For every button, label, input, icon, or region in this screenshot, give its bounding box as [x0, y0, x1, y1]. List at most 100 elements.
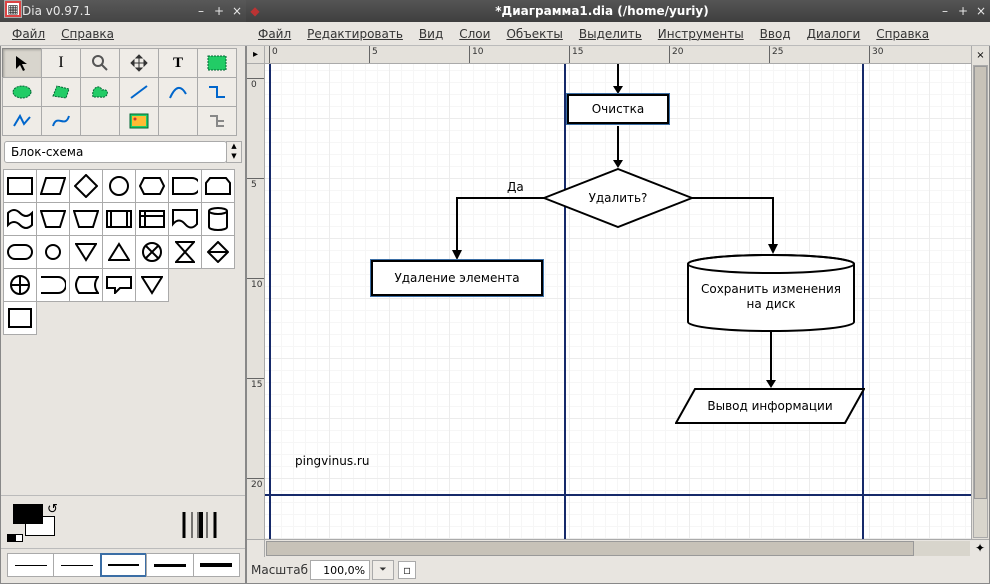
tool-text[interactable]: T	[158, 48, 198, 78]
menu-input[interactable]: Ввод	[752, 24, 799, 44]
menu-dialogs[interactable]: Диалоги	[799, 24, 869, 44]
snap-toggle[interactable]: ▫	[398, 561, 416, 579]
sheet-name-input[interactable]	[4, 141, 227, 163]
tool-polyline[interactable]	[2, 106, 42, 136]
shape-disk[interactable]	[201, 202, 235, 236]
toolbox-titlebar[interactable]: ◆ Dia v0.97.1 – + ×	[0, 0, 246, 22]
shape-istorage[interactable]	[135, 202, 169, 236]
thickness-4[interactable]	[193, 553, 240, 577]
shape-merge[interactable]	[102, 235, 136, 269]
shape-sumjunc[interactable]	[135, 235, 169, 269]
tool-bezier[interactable]	[41, 106, 81, 136]
chevron-down-icon[interactable]: ▼	[227, 152, 241, 162]
shape-sort[interactable]	[201, 235, 235, 269]
node-clean[interactable]: Очистка	[567, 94, 669, 124]
tool-polygon[interactable]	[41, 77, 81, 107]
tool-line[interactable]	[119, 77, 159, 107]
tool-box[interactable]	[197, 48, 237, 78]
shape-orjunc[interactable]	[3, 268, 37, 302]
canvas[interactable]: Очистка Удалить? Да	[265, 64, 971, 539]
menu-tools[interactable]: Инструменты	[650, 24, 752, 44]
maximize-button[interactable]: +	[210, 4, 228, 18]
shape-terminal[interactable]	[3, 235, 37, 269]
tool-scroll[interactable]	[119, 48, 159, 78]
shape-card[interactable]	[3, 301, 37, 335]
line-style-preview[interactable]	[169, 508, 239, 542]
zoom-input[interactable]	[310, 560, 370, 580]
shape-display[interactable]	[168, 169, 202, 203]
shape-parallelogram[interactable]	[36, 169, 70, 203]
menu-view[interactable]: Вид	[411, 24, 451, 44]
shape-trisort[interactable]	[135, 268, 169, 302]
tool-beziergon[interactable]	[80, 77, 120, 107]
tool-outline[interactable]	[197, 106, 237, 136]
close-button[interactable]: ×	[228, 4, 246, 18]
tool-pointer[interactable]	[2, 48, 42, 78]
thickness-1[interactable]	[53, 553, 100, 577]
shape-rounded[interactable]	[135, 169, 169, 203]
origin-corner[interactable]: ▸	[247, 46, 265, 64]
swap-colors-icon[interactable]: ↺	[47, 502, 58, 517]
shape-document[interactable]	[168, 202, 202, 236]
minimize-button[interactable]: –	[192, 4, 210, 18]
tool-magnify[interactable]	[80, 48, 120, 78]
menu-help[interactable]: Справка	[53, 24, 122, 44]
minimize-button[interactable]: –	[936, 4, 954, 18]
arrow-save-to-output[interactable]	[765, 332, 777, 394]
node-decision[interactable]: Удалить?	[543, 168, 693, 228]
tool-ellipse[interactable]	[2, 77, 42, 107]
node-save-disk[interactable]: Сохранить изменения на диск	[686, 254, 856, 332]
zoom-dropdown[interactable]: ⏷	[372, 560, 394, 580]
hscroll-thumb[interactable]	[266, 541, 914, 556]
tool-text-edit[interactable]: I	[41, 48, 81, 78]
close-button[interactable]: ×	[972, 4, 990, 18]
default-colors-icon[interactable]	[7, 534, 23, 542]
thickness-hairline[interactable]	[7, 553, 54, 577]
menu-help[interactable]: Справка	[868, 24, 937, 44]
thickness-2[interactable]	[100, 553, 147, 577]
shape-small-conn[interactable]	[36, 235, 70, 269]
horizontal-ruler[interactable]: 0 5 10 15 20 25 30	[265, 46, 971, 64]
menu-select[interactable]: Выделить	[571, 24, 650, 44]
arrow-no-branch[interactable]	[689, 194, 779, 260]
shape-manual-op[interactable]	[36, 202, 70, 236]
chevron-up-icon[interactable]: ▲	[227, 142, 241, 152]
arrow-clean-to-decision[interactable]	[612, 126, 624, 174]
shape-collate[interactable]	[168, 235, 202, 269]
menu-objects[interactable]: Объекты	[498, 24, 570, 44]
canvas-titlebar[interactable]: ◆ *Диаграмма1.dia (/home/yuriy) – + ×	[246, 0, 990, 22]
sheet-spin[interactable]: ▲▼	[226, 141, 242, 163]
grid-toggle[interactable]: ▦	[4, 0, 22, 18]
node-delete-element[interactable]: Удаление элемента	[371, 260, 543, 296]
shape-delay[interactable]	[36, 268, 70, 302]
close-view-button[interactable]: ×	[971, 46, 989, 64]
menu-file[interactable]: Файл	[250, 24, 299, 44]
tool-image[interactable]	[119, 106, 159, 136]
shape-offpage[interactable]	[69, 202, 103, 236]
vscroll-thumb[interactable]	[974, 66, 987, 499]
shape-predef[interactable]	[102, 202, 136, 236]
shape-tape[interactable]	[3, 202, 37, 236]
thickness-3[interactable]	[146, 553, 193, 577]
vertical-scrollbar[interactable]	[971, 64, 989, 539]
menu-file[interactable]: Файл	[4, 24, 53, 44]
shape-comment[interactable]	[102, 268, 136, 302]
node-output[interactable]: Вывод информации	[675, 388, 865, 424]
horizontal-scrollbar[interactable]	[266, 541, 970, 556]
tool-zigzag[interactable]	[197, 77, 237, 107]
menu-layers[interactable]: Слои	[451, 24, 498, 44]
fg-color-swatch[interactable]	[13, 504, 43, 524]
maximize-button[interactable]: +	[954, 4, 972, 18]
shape-process[interactable]	[3, 169, 37, 203]
vertical-ruler[interactable]: 0 5 10 15 20	[247, 64, 265, 539]
shape-extract[interactable]	[69, 235, 103, 269]
arrow-yes-branch[interactable]	[451, 194, 551, 266]
nav-fit-button[interactable]: ✦	[971, 540, 989, 557]
shape-decision[interactable]	[69, 169, 103, 203]
menu-edit[interactable]: Редактировать	[299, 24, 411, 44]
color-swatch[interactable]: ↺	[7, 502, 67, 542]
shape-connector[interactable]	[102, 169, 136, 203]
shape-loop-limit[interactable]	[201, 169, 235, 203]
shape-stored[interactable]	[69, 268, 103, 302]
tool-arc[interactable]	[158, 77, 198, 107]
